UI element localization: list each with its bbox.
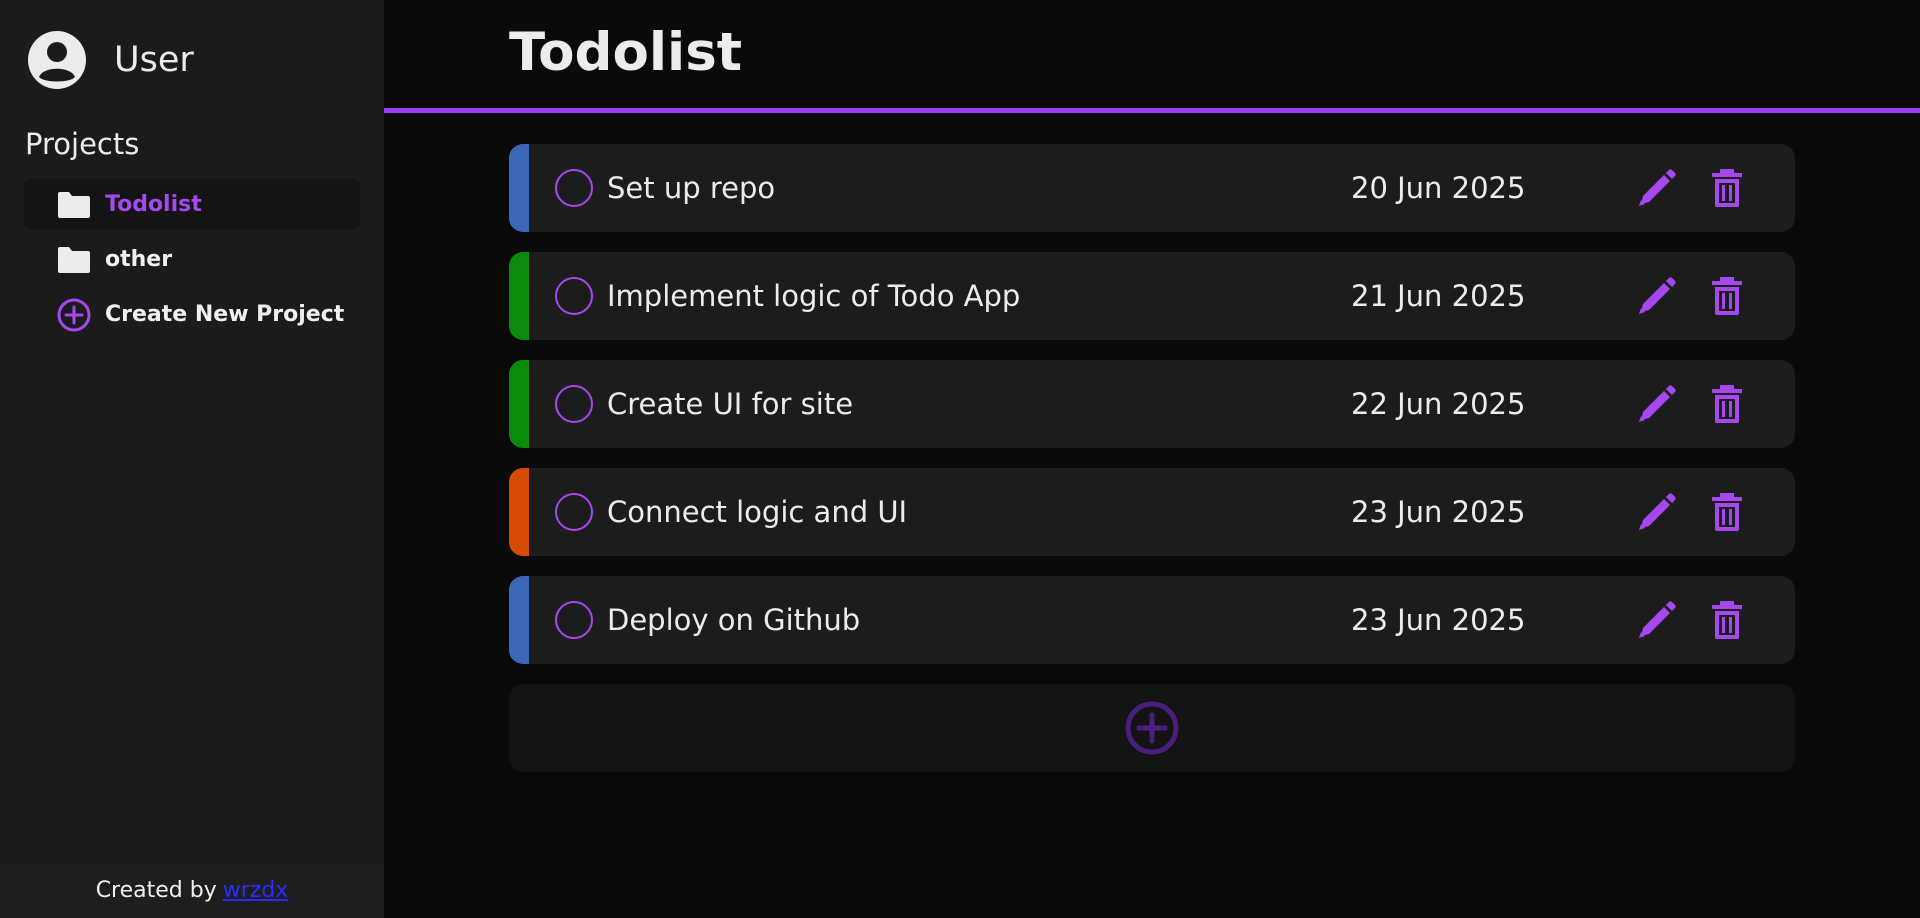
edit-button[interactable]	[1635, 166, 1679, 210]
trash-icon	[1712, 601, 1742, 639]
app-root: User Projects Todolist other Create New …	[0, 0, 1920, 918]
todo-list: Set up repo 20 Jun 2025 Implement logic …	[509, 144, 1795, 772]
todo-date: 21 Jun 2025	[1351, 279, 1526, 313]
todo-date: 22 Jun 2025	[1351, 387, 1526, 421]
delete-button[interactable]	[1705, 382, 1749, 426]
edit-button[interactable]	[1635, 598, 1679, 642]
todo-title: Connect logic and UI	[607, 495, 908, 529]
delete-button[interactable]	[1705, 166, 1749, 210]
todo-item: Connect logic and UI 23 Jun 2025	[509, 468, 1795, 556]
folder-icon	[58, 191, 90, 218]
todo-date: 23 Jun 2025	[1351, 603, 1526, 637]
pencil-icon	[1639, 493, 1676, 530]
project-label: Todolist	[105, 192, 202, 217]
complete-checkbox[interactable]	[555, 169, 593, 207]
trash-icon	[1712, 385, 1742, 423]
edit-button[interactable]	[1635, 490, 1679, 534]
project-list: Todolist other Create New Project	[24, 179, 360, 344]
todo-item: Implement logic of Todo App 21 Jun 2025	[509, 252, 1795, 340]
user-name: User	[114, 39, 194, 80]
complete-checkbox[interactable]	[555, 493, 593, 531]
complete-checkbox[interactable]	[555, 385, 593, 423]
todo-date: 23 Jun 2025	[1351, 495, 1526, 529]
todo-title: Create UI for site	[607, 387, 854, 421]
project-label: other	[105, 247, 173, 272]
todo-title: Deploy on Github	[607, 603, 861, 637]
edit-button[interactable]	[1635, 382, 1679, 426]
todo-item: Set up repo 20 Jun 2025	[509, 144, 1795, 232]
projects-heading: Projects	[25, 127, 140, 161]
user-profile: User	[28, 31, 194, 89]
trash-icon	[1712, 493, 1742, 531]
add-circle-icon	[1125, 701, 1179, 755]
delete-button[interactable]	[1705, 598, 1749, 642]
create-project-label: Create New Project	[105, 302, 345, 327]
create-project-button[interactable]: Create New Project	[24, 289, 360, 340]
trash-icon	[1712, 169, 1742, 207]
todo-title: Implement logic of Todo App	[607, 279, 1021, 313]
pencil-icon	[1639, 385, 1676, 422]
delete-button[interactable]	[1705, 490, 1749, 534]
trash-icon	[1712, 277, 1742, 315]
add-circle-icon	[57, 298, 91, 331]
page-title: Todolist	[509, 22, 743, 83]
add-todo-button[interactable]	[509, 684, 1795, 772]
pencil-icon	[1639, 277, 1676, 314]
project-item-todolist[interactable]: Todolist	[24, 179, 360, 230]
edit-button[interactable]	[1635, 274, 1679, 318]
author-link[interactable]: wrzdx	[223, 878, 289, 903]
complete-checkbox[interactable]	[555, 601, 593, 639]
complete-checkbox[interactable]	[555, 277, 593, 315]
folder-icon	[58, 246, 90, 273]
sidebar-footer: Created by wrzdx	[0, 863, 384, 918]
footer-text: Created by	[95, 878, 217, 903]
user-avatar-icon	[28, 31, 86, 89]
todo-item: Deploy on Github 23 Jun 2025	[509, 576, 1795, 664]
delete-button[interactable]	[1705, 274, 1749, 318]
main-content: Todolist Set up repo 20 Jun 2025 Impleme…	[384, 0, 1920, 918]
sidebar: User Projects Todolist other Create New …	[0, 0, 384, 918]
todo-title: Set up repo	[607, 171, 776, 205]
project-item-other[interactable]: other	[24, 234, 360, 285]
main-header: Todolist	[384, 0, 1920, 113]
pencil-icon	[1639, 169, 1676, 206]
todo-item: Create UI for site 22 Jun 2025	[509, 360, 1795, 448]
todo-date: 20 Jun 2025	[1351, 171, 1526, 205]
pencil-icon	[1639, 601, 1676, 638]
